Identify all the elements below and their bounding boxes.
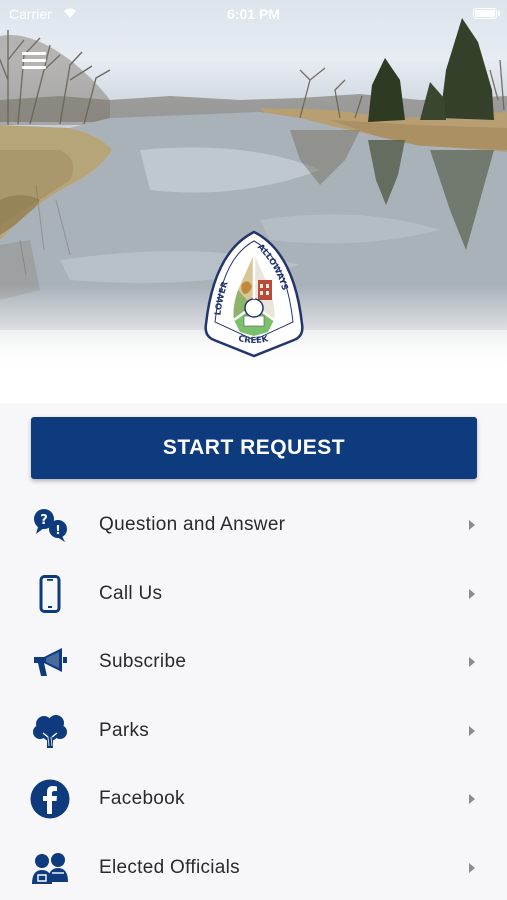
menu-item-call-us[interactable]: Call Us bbox=[0, 560, 507, 629]
battery-tip bbox=[498, 11, 500, 16]
hero-banner: Carrier 6:01 PM LOWER ALLOWAYS CREEK bbox=[0, 0, 507, 403]
chevron-right-icon bbox=[469, 862, 475, 873]
menu-item-label: Call Us bbox=[99, 582, 163, 604]
menu-item-elected-officials[interactable]: Elected Officials bbox=[0, 834, 507, 900]
question-answer-icon: ? ! bbox=[29, 504, 71, 546]
hamburger-menu-icon[interactable] bbox=[22, 50, 48, 70]
township-seal-logo: LOWER ALLOWAYS CREEK bbox=[198, 228, 310, 362]
status-bar: Carrier 6:01 PM bbox=[0, 0, 507, 28]
menu-list: ? ! Question and Answer Call Us Subscrib… bbox=[0, 491, 507, 900]
svg-text:?: ? bbox=[40, 513, 48, 528]
battery-icon bbox=[473, 8, 497, 19]
megaphone-icon bbox=[29, 641, 71, 683]
menu-item-parks[interactable]: Parks bbox=[0, 697, 507, 766]
menu-item-facebook[interactable]: Facebook bbox=[0, 765, 507, 834]
menu-item-label: Elected Officials bbox=[99, 856, 240, 878]
menu-item-label: Parks bbox=[99, 719, 150, 741]
chevron-right-icon bbox=[469, 794, 475, 805]
chevron-right-icon bbox=[469, 657, 475, 668]
menu-item-subscribe[interactable]: Subscribe bbox=[0, 628, 507, 697]
menu-item-label: Facebook bbox=[99, 788, 185, 810]
menu-item-label: Subscribe bbox=[99, 651, 187, 673]
chevron-right-icon bbox=[469, 520, 475, 531]
chevron-right-icon bbox=[469, 588, 475, 599]
menu-item-label: Question and Answer bbox=[99, 514, 286, 536]
menu-item-question-and-answer[interactable]: ? ! Question and Answer bbox=[0, 491, 507, 560]
facebook-icon bbox=[29, 778, 71, 820]
chevron-right-icon bbox=[469, 725, 475, 736]
officials-icon bbox=[29, 847, 71, 889]
phone-icon bbox=[29, 573, 71, 615]
clock-label: 6:01 PM bbox=[227, 6, 280, 22]
svg-text:!: ! bbox=[55, 523, 60, 537]
start-request-button[interactable]: START REQUEST bbox=[31, 417, 477, 479]
tree-icon bbox=[29, 710, 71, 752]
